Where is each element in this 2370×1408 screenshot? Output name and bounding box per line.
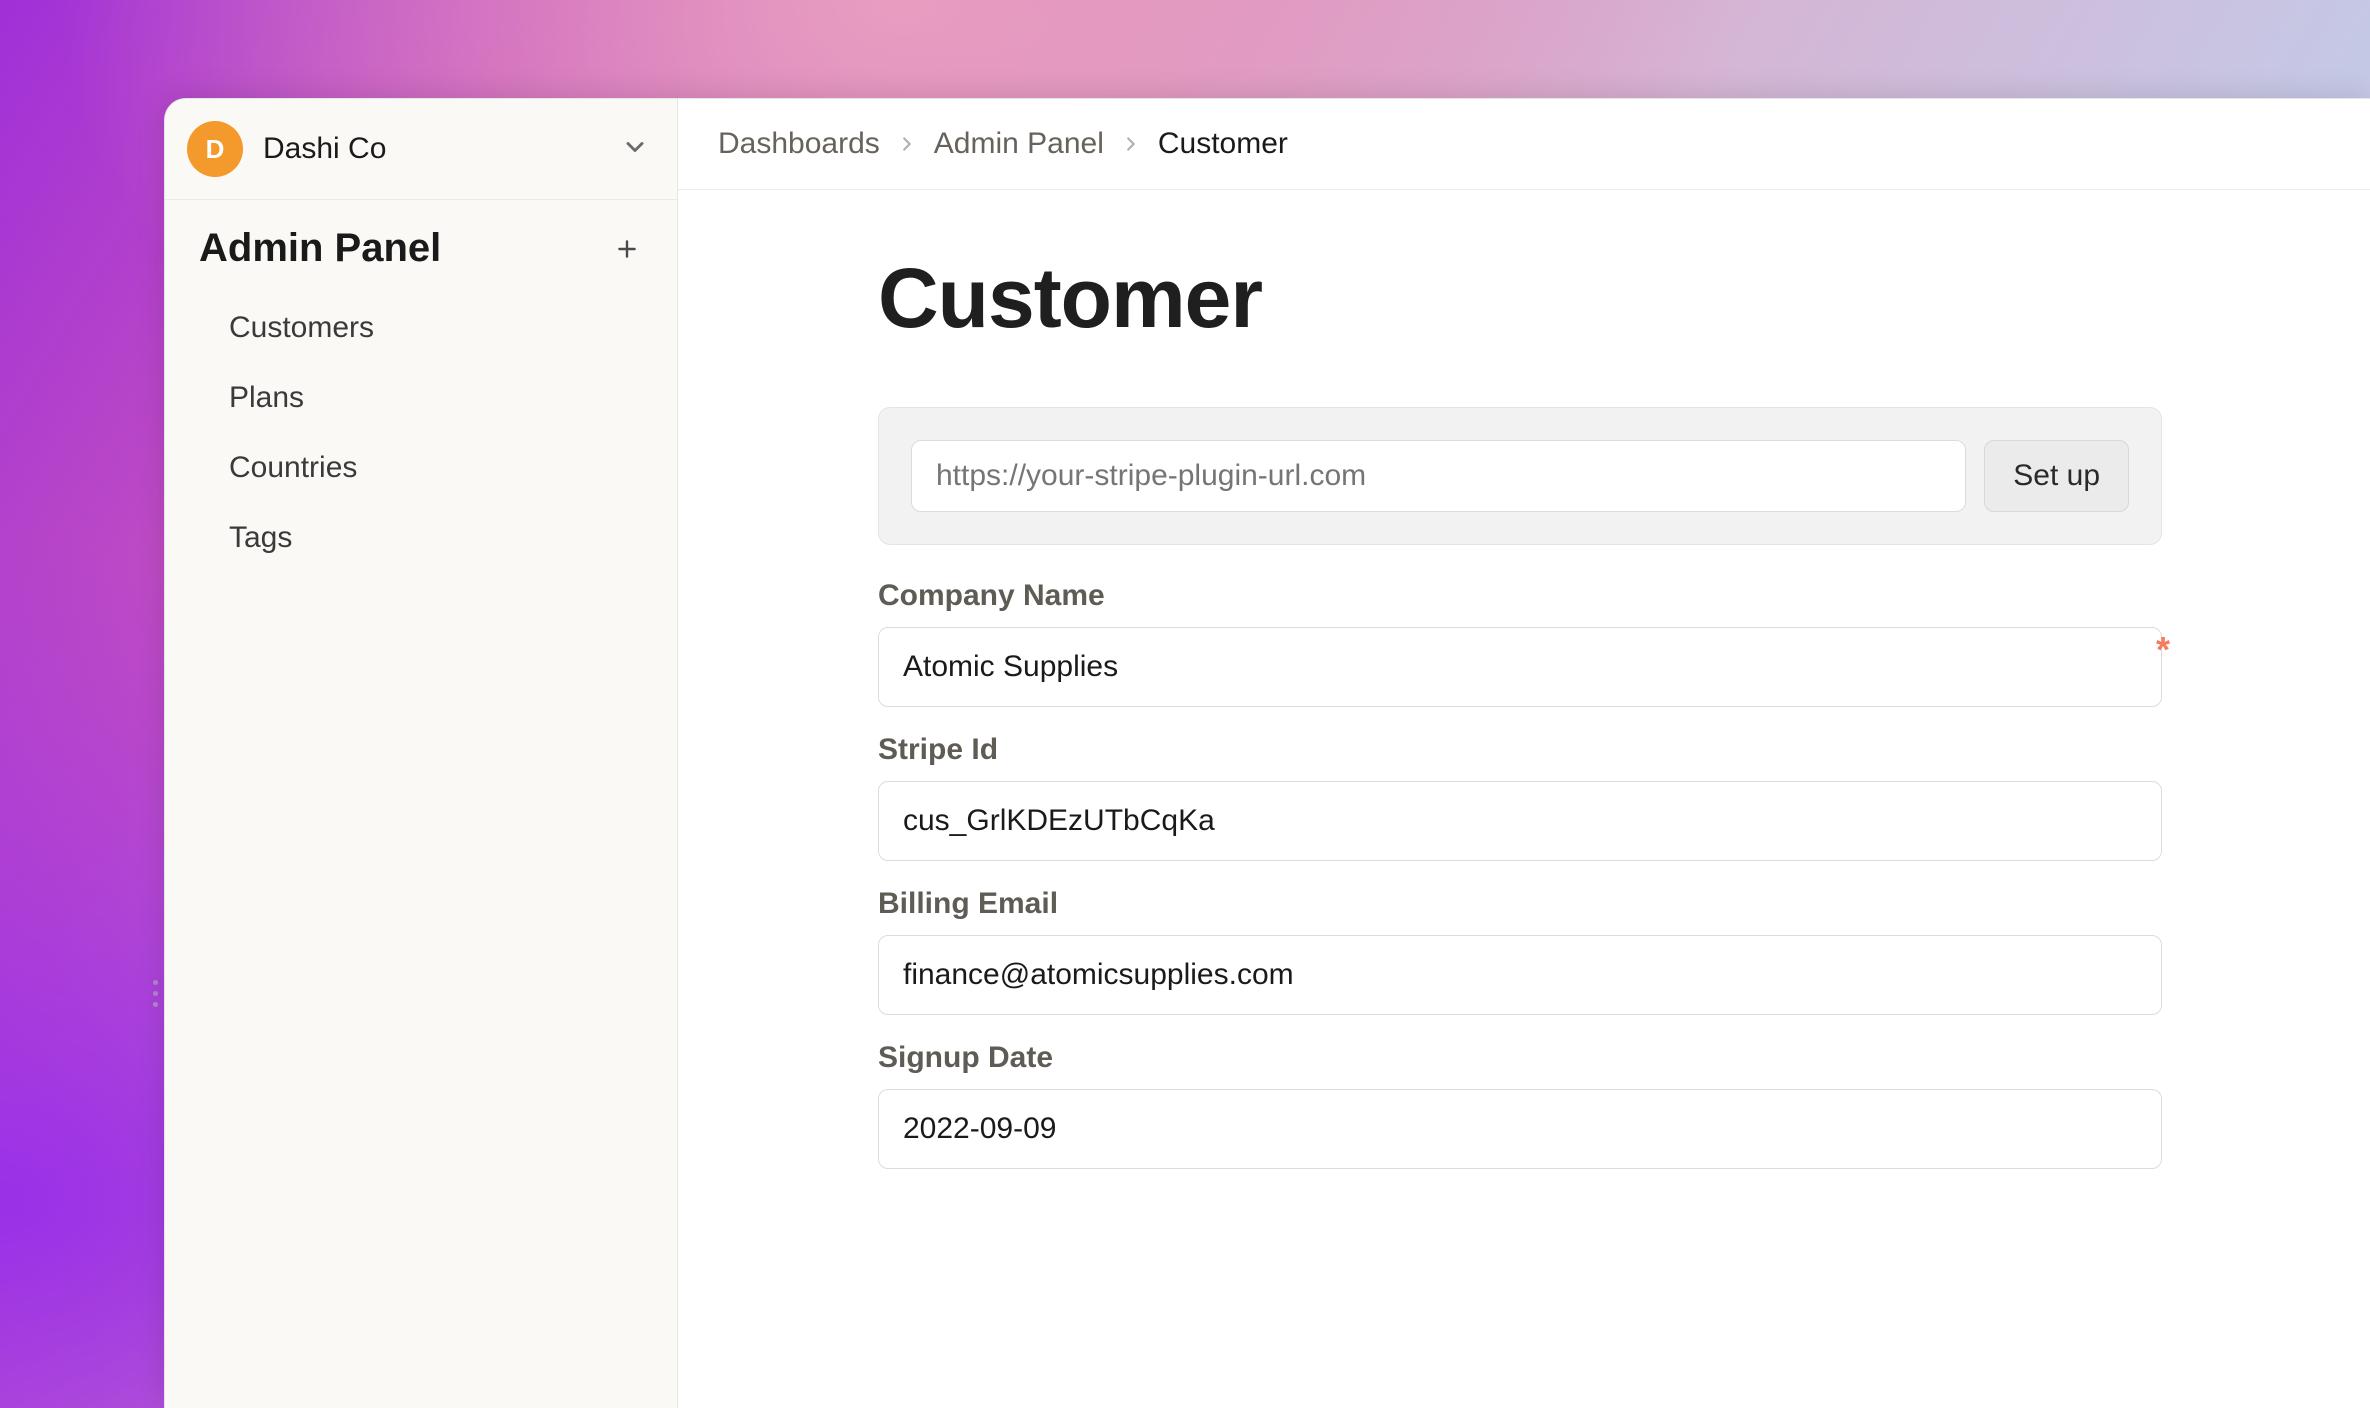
chevron-right-icon <box>1120 133 1142 155</box>
breadcrumb: Dashboards Admin Panel Customer <box>678 99 2370 190</box>
field-signup-date: Signup Date <box>878 1041 2162 1169</box>
company-name-input[interactable] <box>878 627 2162 707</box>
setup-button[interactable]: Set up <box>1984 440 2129 512</box>
main-panel: Dashboards Admin Panel Customer Customer… <box>678 99 2370 1408</box>
org-name: Dashi Co <box>263 132 601 166</box>
page-title: Customer <box>878 250 2310 347</box>
field-stripe-id: Stripe Id <box>878 733 2162 861</box>
org-avatar: D <box>187 121 243 177</box>
signup-date-input[interactable] <box>878 1089 2162 1169</box>
sidebar: D Dashi Co Admin Panel Customers Plans C… <box>165 99 678 1408</box>
signup-date-label: Signup Date <box>878 1041 2162 1075</box>
sidebar-item-countries[interactable]: Countries <box>185 433 657 503</box>
plugin-url-box: Set up <box>878 407 2162 545</box>
field-billing-email: Billing Email <box>878 887 2162 1015</box>
sidebar-item-customers[interactable]: Customers <box>185 293 657 363</box>
field-company-name: Company Name * <box>878 579 2162 707</box>
window-resize-handle[interactable] <box>153 980 158 1007</box>
plugin-url-input[interactable] <box>911 440 1966 512</box>
app-window: D Dashi Co Admin Panel Customers Plans C… <box>164 98 2370 1408</box>
breadcrumb-dashboards[interactable]: Dashboards <box>718 127 880 161</box>
sidebar-item-plans[interactable]: Plans <box>185 363 657 433</box>
chevron-right-icon <box>896 133 918 155</box>
chevron-down-icon <box>621 133 649 166</box>
breadcrumb-admin-panel[interactable]: Admin Panel <box>934 127 1104 161</box>
stripe-id-label: Stripe Id <box>878 733 2162 767</box>
billing-email-input[interactable] <box>878 935 2162 1015</box>
sidebar-section-header: Admin Panel <box>165 200 677 289</box>
sidebar-item-tags[interactable]: Tags <box>185 503 657 573</box>
content-area: Customer Set up Company Name * Stripe Id… <box>678 190 2370 1255</box>
sidebar-nav: Customers Plans Countries Tags <box>165 289 677 573</box>
required-asterisk-icon: * <box>2156 629 2170 671</box>
company-name-label: Company Name <box>878 579 2162 613</box>
sidebar-section-title: Admin Panel <box>199 226 441 271</box>
stripe-id-input[interactable] <box>878 781 2162 861</box>
add-page-button[interactable] <box>607 229 647 269</box>
org-switcher[interactable]: D Dashi Co <box>165 99 677 200</box>
breadcrumb-current: Customer <box>1158 127 1288 161</box>
billing-email-label: Billing Email <box>878 887 2162 921</box>
